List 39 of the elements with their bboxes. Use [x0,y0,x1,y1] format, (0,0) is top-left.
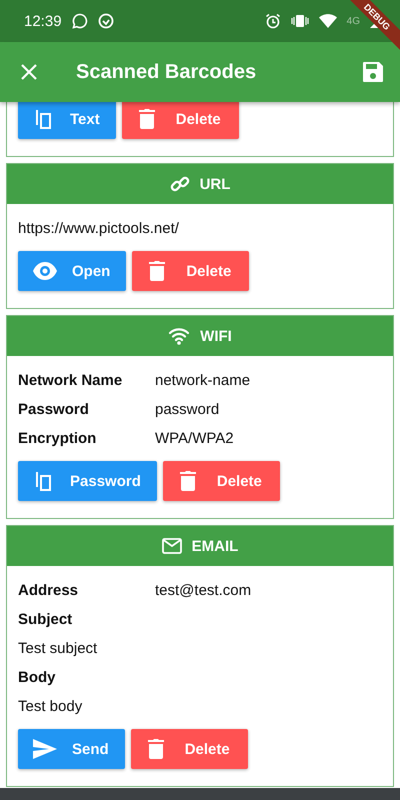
delete-button[interactable]: Delete [130,729,248,769]
open-button[interactable]: Open [18,251,126,291]
copy-button[interactable]: Text [18,102,116,139]
field-label: Password [18,401,90,418]
field-value: network-name [155,372,250,389]
field-value: https://www.pictools.net/ [18,220,179,237]
card-title: EMAIL [192,538,238,554]
field-label: Network Name [18,372,124,389]
field-value: test@test.com [155,582,252,599]
status-time: 12:39 [24,12,62,30]
field-label: Body [18,669,56,686]
field-value: password [155,401,220,418]
close-icon[interactable] [20,63,38,81]
send-button[interactable]: Send [18,729,125,769]
delete-button[interactable]: Delete [122,102,239,139]
field-label: Subject [18,611,74,628]
wifi-signal-icon [318,14,337,28]
field-label: Address [18,582,80,599]
app-title: Scanned Barcodes [76,60,258,84]
save-icon[interactable] [362,61,384,83]
field-label: Encryption [18,430,98,447]
delete-button[interactable]: Delete [162,461,280,501]
link-icon [170,174,190,194]
card-title: URL [200,176,230,192]
network-type: 4G [346,16,360,26]
eye-icon [32,261,58,281]
card-title: WIFI [200,328,232,344]
send-icon [32,738,58,760]
field-value: WPA/WPA2 [155,430,234,447]
wifi-icon [168,327,190,345]
field-value: Test subject [18,640,98,657]
field-value: Test body [18,698,82,715]
delete-button[interactable]: Delete [132,251,250,291]
circle-icon [98,13,114,29]
alarm-icon [264,13,281,29]
chat-icon [72,13,88,29]
vibrate-icon [290,14,309,28]
envelope-icon [162,538,182,554]
copy-button[interactable]: Password [18,461,157,501]
